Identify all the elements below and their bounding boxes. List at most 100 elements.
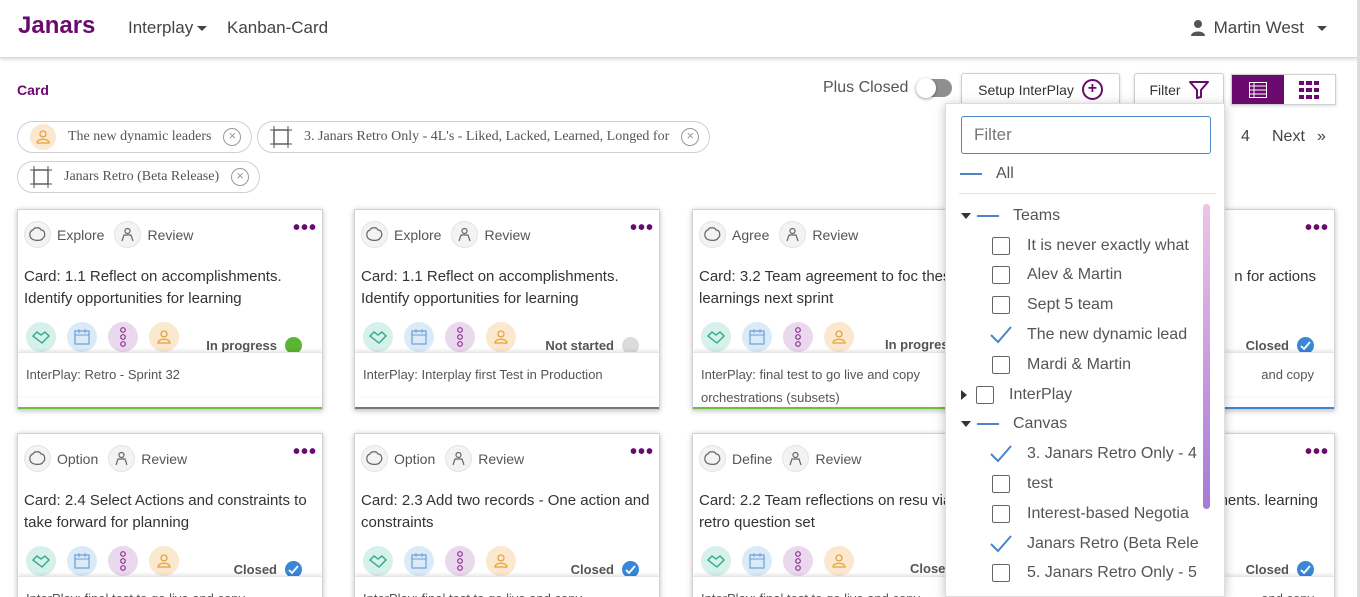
filter-option-team[interactable]: Mardi & Martin <box>992 353 1131 377</box>
filter-option-label: All <box>996 165 1014 182</box>
checkbox[interactable] <box>992 475 1010 493</box>
handshake-icon[interactable] <box>363 322 393 352</box>
plus-closed-toggle[interactable] <box>916 78 953 98</box>
card-type: Review <box>484 226 531 243</box>
handshake-icon[interactable] <box>26 546 56 576</box>
kanban-card[interactable]: Explore Review ••• Card: 1.1 Reflect on … <box>354 209 660 410</box>
filter-option-team[interactable]: Alev & Martin <box>992 263 1122 287</box>
checkmark-icon[interactable] <box>990 326 1012 344</box>
calendar-icon[interactable] <box>404 322 434 352</box>
status-text: Close <box>910 561 946 576</box>
status-text: Closed <box>570 562 614 577</box>
brand-logo[interactable]: Janars <box>18 12 95 40</box>
caret-down-icon[interactable] <box>961 421 971 427</box>
user-menu[interactable]: Martin West <box>1190 18 1327 38</box>
dropdown-scrollbar[interactable] <box>1203 204 1210 509</box>
chevron-down-icon <box>1317 25 1327 31</box>
checkbox[interactable] <box>992 296 1010 314</box>
handshake-icon[interactable] <box>26 322 56 352</box>
close-icon[interactable]: × <box>681 128 700 146</box>
checkbox[interactable] <box>992 356 1010 374</box>
handshake-icon[interactable] <box>701 546 731 576</box>
steps-icon[interactable] <box>108 322 138 352</box>
kanban-card[interactable]: Option Review ••• Card: 2.3 Add two reco… <box>354 433 660 597</box>
caret-right-icon[interactable] <box>961 390 967 400</box>
filter-group-canvas[interactable]: Canvas <box>961 412 1067 436</box>
person-icon[interactable] <box>824 546 854 576</box>
more-options-icon[interactable]: ••• <box>293 218 317 238</box>
brain-icon <box>361 445 388 472</box>
checkbox[interactable] <box>992 505 1010 523</box>
filter-option-all[interactable]: All <box>960 162 1014 186</box>
filter-chip-team[interactable]: The new dynamic leaders × <box>17 121 253 153</box>
handshake-icon[interactable] <box>363 546 393 576</box>
close-icon[interactable]: × <box>223 128 242 146</box>
list-view-button[interactable] <box>1232 75 1284 104</box>
filter-option-team[interactable]: It is never exactly what <box>992 234 1189 258</box>
checkmark-icon[interactable] <box>990 535 1012 553</box>
pagination-next[interactable]: Next <box>1272 128 1305 146</box>
calendar-icon[interactable] <box>742 546 772 576</box>
person-icon[interactable] <box>486 546 516 576</box>
status-badge: Close <box>910 561 945 576</box>
checkmark-icon[interactable] <box>990 445 1012 463</box>
card-stage: Option <box>57 450 99 467</box>
card-type: Review <box>147 226 194 243</box>
filter-option-team[interactable]: Sept 5 team <box>992 293 1113 317</box>
steps-icon[interactable] <box>445 546 475 576</box>
filter-option-canvas[interactable]: Interest-based Negotia <box>992 502 1189 526</box>
steps-icon[interactable] <box>783 546 813 576</box>
kanban-card[interactable]: Option Review ••• Card: 2.4 Select Actio… <box>17 433 323 597</box>
filter-search-input[interactable] <box>961 116 1211 154</box>
filter-option-label: 3. Janars Retro Only - 4 <box>1027 445 1197 462</box>
filter-group-teams[interactable]: Teams <box>961 204 1060 228</box>
person-icon[interactable] <box>149 322 179 352</box>
pagination-page-4[interactable]: 4 <box>1241 128 1250 146</box>
calendar-icon[interactable] <box>67 546 97 576</box>
person-icon[interactable] <box>824 322 854 352</box>
more-options-icon[interactable]: ••• <box>1305 218 1329 238</box>
checkbox[interactable] <box>992 564 1010 582</box>
more-options-icon[interactable]: ••• <box>630 442 654 462</box>
filter-option-canvas[interactable]: 5. Janars Retro Only - 5 <box>992 561 1197 585</box>
checkbox[interactable] <box>992 266 1010 284</box>
close-icon[interactable]: × <box>231 168 250 186</box>
calendar-icon[interactable] <box>742 322 772 352</box>
steps-icon[interactable] <box>445 322 475 352</box>
filter-option-canvas[interactable]: test <box>992 472 1053 496</box>
kanban-card[interactable]: Explore Review ••• Card: 1.1 Reflect on … <box>17 209 323 410</box>
checkbox[interactable] <box>976 386 994 404</box>
filter-dropdown: All Teams It is never exactly what Alev … <box>945 103 1225 597</box>
caret-down-icon[interactable] <box>961 213 971 219</box>
calendar-icon[interactable] <box>404 546 434 576</box>
calendar-icon[interactable] <box>67 322 97 352</box>
steps-icon[interactable] <box>108 546 138 576</box>
review-team-icon <box>114 221 142 248</box>
user-icon <box>1190 20 1205 36</box>
filter-option-label: 5. Janars Retro Only - 5 <box>1027 564 1197 581</box>
menu-interplay[interactable]: Interplay <box>128 18 208 38</box>
person-icon[interactable] <box>149 546 179 576</box>
status-text: Not started <box>545 338 614 353</box>
person-icon[interactable] <box>486 322 516 352</box>
card-footer: InterPlay: Retro - Sprint 32 <box>18 352 322 396</box>
menu-kanban-card[interactable]: Kanban-Card <box>227 18 328 38</box>
person-icon <box>30 124 56 150</box>
filter-option-team[interactable]: The new dynamic lead <box>990 323 1187 347</box>
more-options-icon[interactable]: ••• <box>630 218 654 238</box>
more-options-icon[interactable]: ••• <box>1305 442 1329 462</box>
filter-group-interplay[interactable]: InterPlay <box>961 383 1072 407</box>
filter-option-canvas[interactable]: 3. Janars Retro Only - 4 <box>990 442 1197 466</box>
more-options-icon[interactable]: ••• <box>293 442 317 462</box>
filter-chip-canvas[interactable]: 3. Janars Retro Only - 4L's - Liked, Lac… <box>257 121 711 153</box>
filter-chip-canvas[interactable]: Janars Retro (Beta Release) × <box>17 161 261 193</box>
pagination-last[interactable]: » <box>1317 128 1326 146</box>
handshake-icon[interactable] <box>701 322 731 352</box>
filter-option-canvas[interactable]: Janars Retro (Beta Rele <box>990 532 1199 556</box>
steps-icon[interactable] <box>783 322 813 352</box>
setup-interplay-button[interactable]: Setup InterPlay + <box>961 73 1120 106</box>
grid-view-button[interactable] <box>1284 75 1336 104</box>
filter-group-label: Canvas <box>1013 415 1068 432</box>
checkbox[interactable] <box>992 237 1010 255</box>
filter-button[interactable]: Filter <box>1134 73 1224 106</box>
